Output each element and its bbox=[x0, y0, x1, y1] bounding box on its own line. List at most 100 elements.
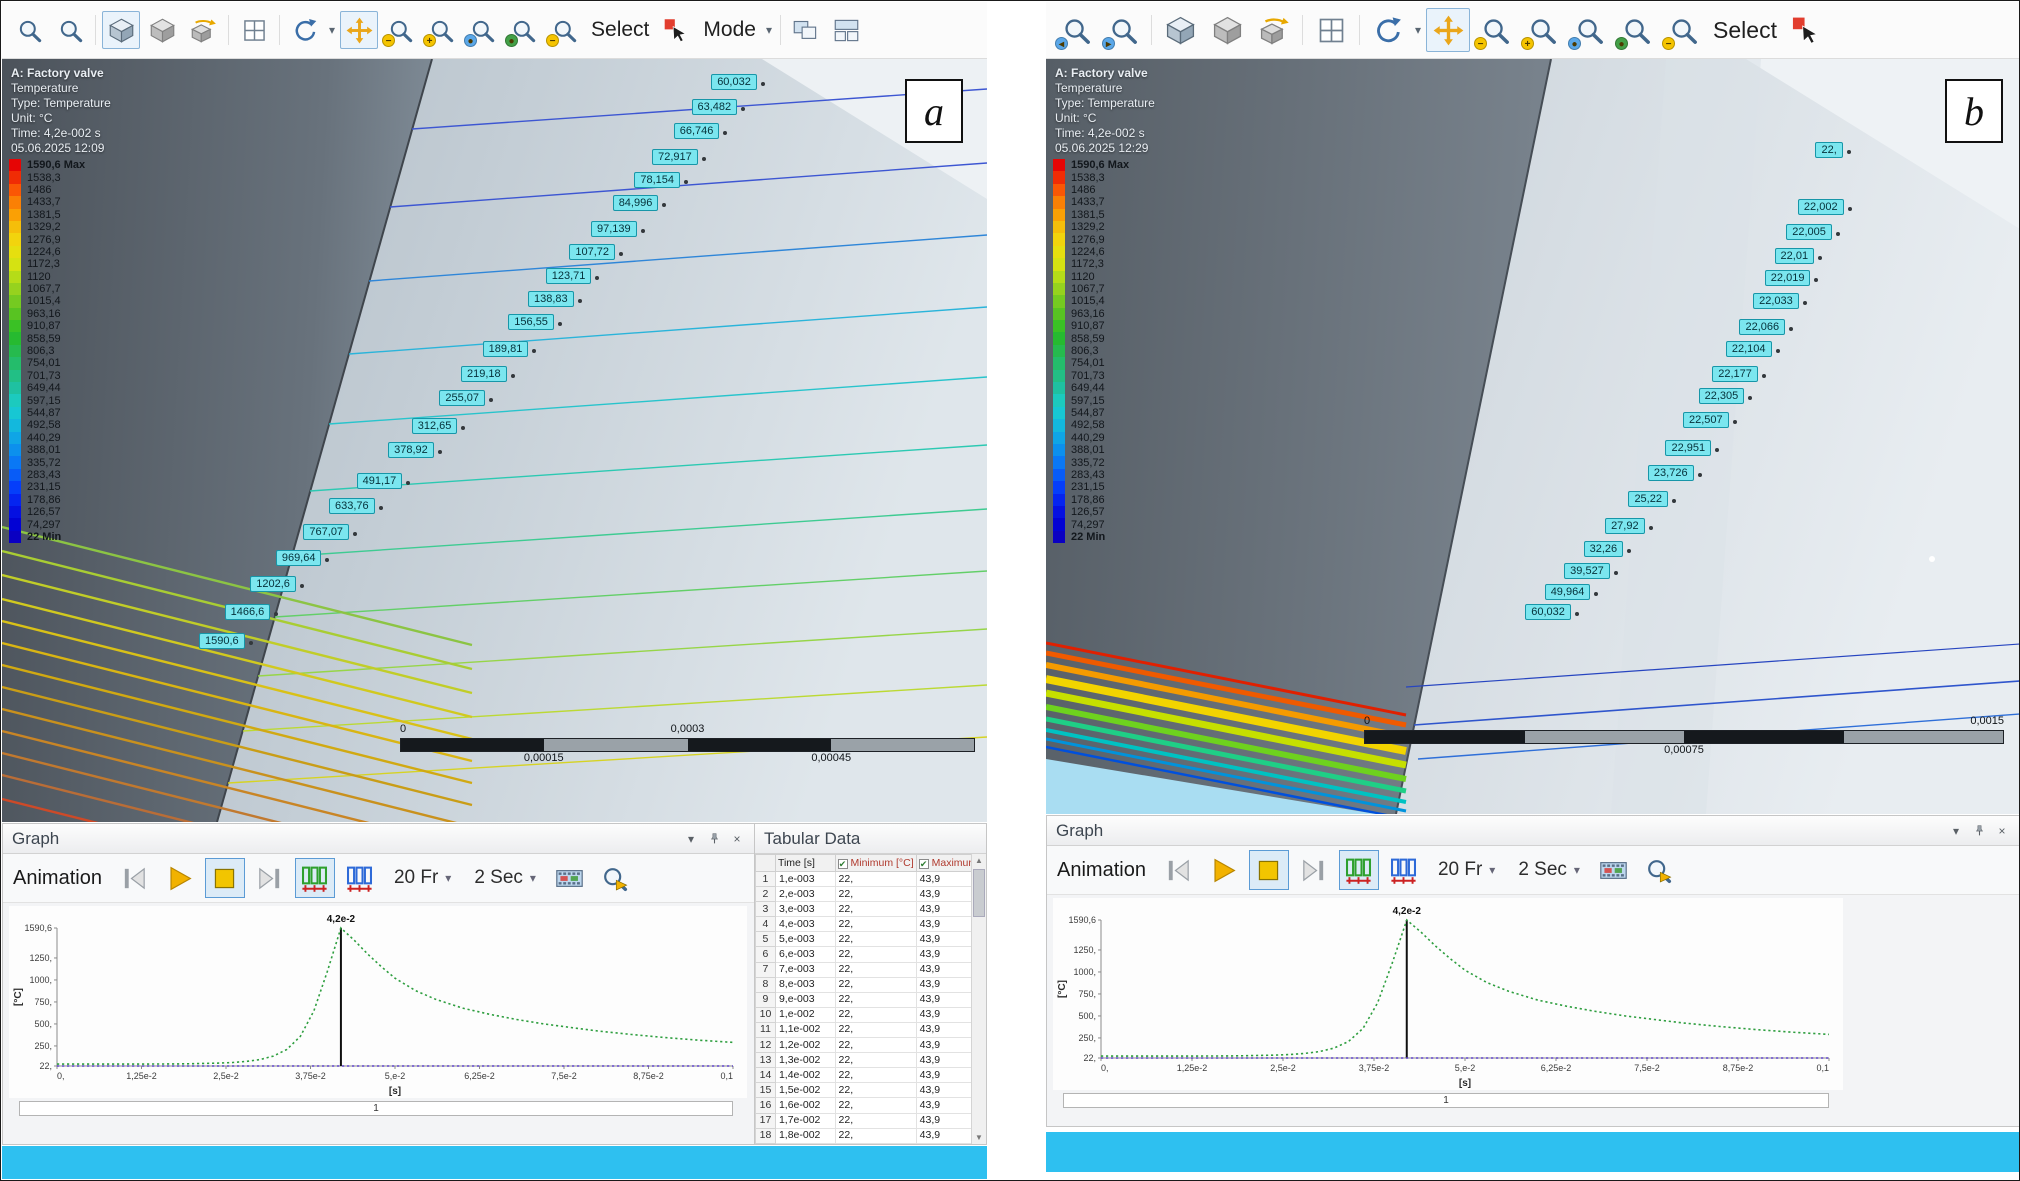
table-row[interactable]: 99,e-00322,43,9 bbox=[756, 992, 986, 1007]
temperature-probe-label[interactable]: 219,18 bbox=[461, 366, 507, 382]
timeline-slider[interactable]: 1 bbox=[19, 1101, 733, 1116]
temperature-probe-label[interactable]: 66,746 bbox=[674, 123, 720, 139]
temperature-probe-label[interactable]: 491,17 bbox=[357, 473, 403, 489]
rotate-model-icon[interactable] bbox=[1252, 8, 1296, 52]
temperature-probe-label[interactable]: 22,177 bbox=[1712, 366, 1758, 382]
table-cell[interactable]: 1,6e-002 bbox=[775, 1098, 835, 1113]
row-index[interactable]: 1 bbox=[756, 872, 776, 887]
next-frame-icon[interactable] bbox=[1294, 850, 1334, 890]
temperature-probe-label[interactable]: 255,07 bbox=[439, 390, 485, 406]
table-cell[interactable]: 3,e-003 bbox=[775, 902, 835, 917]
table-cell[interactable]: 7,e-003 bbox=[775, 962, 835, 977]
isometric-view-icon[interactable] bbox=[1158, 8, 1202, 52]
dock-menu-icon[interactable]: ▾ bbox=[683, 831, 699, 847]
duration-dropdown[interactable]: 2 Sec▾ bbox=[1518, 859, 1580, 881]
window-cascade-icon[interactable] bbox=[787, 11, 825, 49]
table-cell[interactable]: 1,e-003 bbox=[775, 872, 835, 887]
temperature-probe-label[interactable]: 49,964 bbox=[1545, 584, 1591, 600]
temperature-probe-label[interactable]: 27,92 bbox=[1605, 518, 1645, 534]
row-index[interactable]: 15 bbox=[756, 1083, 776, 1098]
mode-caret-icon[interactable]: ▾ bbox=[766, 23, 772, 37]
table-row[interactable]: 181,8e-00222,43,9 bbox=[756, 1128, 986, 1143]
temperature-probe-label[interactable]: 1590,6 bbox=[199, 633, 245, 649]
zoom-out-icon[interactable]: − bbox=[381, 11, 419, 49]
row-index[interactable]: 14 bbox=[756, 1068, 776, 1083]
temperature-probe-label[interactable]: 22,005 bbox=[1786, 224, 1832, 240]
table-cell[interactable]: 6,e-003 bbox=[775, 947, 835, 962]
temperature-probe-label[interactable]: 123,71 bbox=[546, 268, 592, 284]
next-frame-icon[interactable] bbox=[250, 858, 290, 898]
dock-menu-icon[interactable]: ▾ bbox=[1948, 823, 1964, 839]
pan-icon[interactable] bbox=[340, 11, 378, 49]
temperature-probe-label[interactable]: 39,527 bbox=[1564, 563, 1610, 579]
scroll-down-icon[interactable]: ▼ bbox=[975, 1131, 983, 1144]
result-sets-icon[interactable] bbox=[1384, 850, 1424, 890]
table-cell[interactable]: 22, bbox=[835, 1128, 916, 1143]
table-cell[interactable]: 1,3e-002 bbox=[775, 1053, 835, 1068]
temperature-probe-label[interactable]: 22,019 bbox=[1765, 270, 1811, 286]
table-cell[interactable]: 1,e-002 bbox=[775, 1007, 835, 1022]
temperature-probe-label[interactable]: 22,951 bbox=[1665, 440, 1711, 456]
table-cell[interactable]: 22, bbox=[835, 962, 916, 977]
3d-viewport[interactable]: A: Factory valveTemperatureType: Tempera… bbox=[2, 59, 987, 822]
duration-dropdown[interactable]: 2 Sec▾ bbox=[474, 867, 536, 889]
table-cell[interactable]: 22, bbox=[835, 1113, 916, 1128]
zoom-out-icon[interactable]: − bbox=[1473, 8, 1517, 52]
table-cell[interactable]: 2,e-003 bbox=[775, 887, 835, 902]
table-cell[interactable]: 22, bbox=[835, 992, 916, 1007]
temperature-probe-label[interactable]: 1202,6 bbox=[250, 576, 296, 592]
row-index[interactable]: 3 bbox=[756, 902, 776, 917]
viewport-layout-icon[interactable] bbox=[235, 11, 273, 49]
table-cell[interactable]: 22, bbox=[835, 977, 916, 992]
3d-viewport[interactable]: A: Factory valveTemperatureType: Tempera… bbox=[1046, 59, 2020, 814]
frames-dropdown[interactable]: 20 Fr▾ bbox=[394, 867, 451, 889]
table-row[interactable]: 22,e-00322,43,9 bbox=[756, 887, 986, 902]
zoom-previous-icon[interactable]: − bbox=[545, 11, 583, 49]
rotate-options-caret-icon[interactable]: ▾ bbox=[329, 23, 335, 37]
table-cell[interactable]: 4,e-003 bbox=[775, 917, 835, 932]
column-header[interactable]: ✔Minimum [°C] bbox=[835, 855, 916, 872]
temperature-probe-label[interactable]: 22,002 bbox=[1798, 199, 1844, 215]
previous-frame-icon[interactable] bbox=[1159, 850, 1199, 890]
previous-frame-icon[interactable] bbox=[115, 858, 155, 898]
table-row[interactable]: 161,6e-00222,43,9 bbox=[756, 1098, 986, 1113]
temperature-probe-label[interactable]: 22, bbox=[1815, 142, 1842, 158]
row-index[interactable]: 17 bbox=[756, 1113, 776, 1128]
table-row[interactable]: 171,7e-00222,43,9 bbox=[756, 1113, 986, 1128]
temperature-probe-label[interactable]: 25,22 bbox=[1628, 491, 1668, 507]
row-index[interactable]: 16 bbox=[756, 1098, 776, 1113]
temperature-probe-label[interactable]: 22,507 bbox=[1683, 412, 1729, 428]
zoom-previous-icon[interactable]: − bbox=[1661, 8, 1705, 52]
temperature-probe-label[interactable]: 97,139 bbox=[591, 221, 637, 237]
table-row[interactable]: 44,e-00322,43,9 bbox=[756, 917, 986, 932]
select-mode-icon[interactable] bbox=[1785, 8, 1829, 52]
table-cell[interactable]: 22, bbox=[835, 932, 916, 947]
table-row[interactable]: 151,5e-00222,43,9 bbox=[756, 1083, 986, 1098]
zoom-box-fit-icon[interactable]: ● bbox=[463, 11, 501, 49]
table-cell[interactable]: 22, bbox=[835, 1083, 916, 1098]
zoom-box-fit-icon[interactable]: ● bbox=[1567, 8, 1611, 52]
table-row[interactable]: 11,e-00322,43,9 bbox=[756, 872, 986, 887]
rotate-icon[interactable] bbox=[1366, 8, 1410, 52]
temperature-probe-label[interactable]: 22,066 bbox=[1739, 319, 1785, 335]
table-row[interactable]: 77,e-00322,43,9 bbox=[756, 962, 986, 977]
table-cell[interactable]: 22, bbox=[835, 887, 916, 902]
select-label[interactable]: Select bbox=[591, 18, 649, 42]
temperature-probe-label[interactable]: 63,482 bbox=[692, 99, 738, 115]
window-tile-icon[interactable] bbox=[828, 11, 866, 49]
zoom-fit-icon[interactable]: ● bbox=[504, 11, 542, 49]
row-index[interactable]: 12 bbox=[756, 1038, 776, 1053]
distributed-frames-icon[interactable] bbox=[295, 858, 335, 898]
export-video-icon[interactable] bbox=[550, 858, 590, 898]
pin-icon[interactable] bbox=[706, 831, 722, 847]
temperature-probe-label[interactable]: 969,64 bbox=[276, 550, 322, 566]
row-index[interactable]: 13 bbox=[756, 1053, 776, 1068]
table-cell[interactable]: 22, bbox=[835, 902, 916, 917]
table-scrollbar[interactable]: ▲ ▼ bbox=[971, 854, 986, 1144]
temperature-probe-label[interactable]: 633,76 bbox=[329, 498, 375, 514]
table-cell[interactable]: 22, bbox=[835, 872, 916, 887]
zoom-in-icon[interactable]: + bbox=[422, 11, 460, 49]
table-row[interactable]: 121,2e-00222,43,9 bbox=[756, 1038, 986, 1053]
row-index[interactable]: 10 bbox=[756, 1007, 776, 1022]
row-index[interactable]: 2 bbox=[756, 887, 776, 902]
